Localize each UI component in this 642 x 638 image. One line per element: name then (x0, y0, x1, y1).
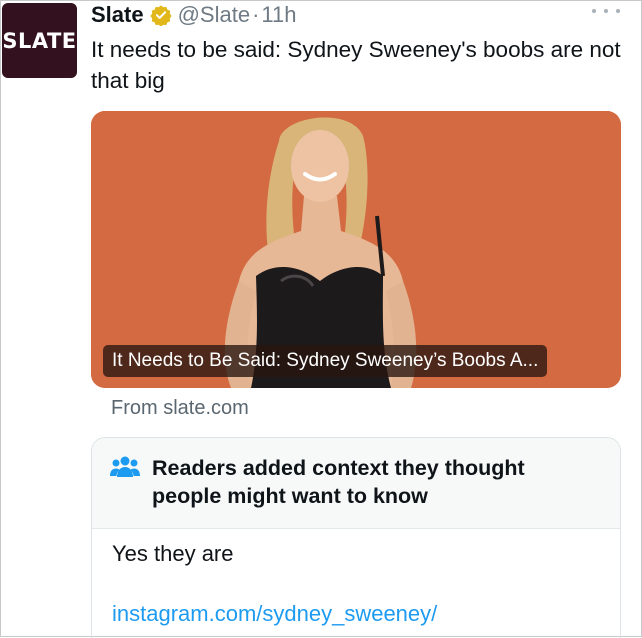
separator-dot: · (252, 2, 260, 27)
people-icon (110, 456, 140, 477)
tweet-timestamp[interactable]: 11h (261, 2, 296, 28)
link-preview-card[interactable]: It Needs to Be Said: Sydney Sweeney’s Bo… (91, 111, 621, 388)
community-note-header: Readers added context they thought peopl… (92, 438, 620, 529)
community-note-link[interactable]: instagram.com/sydney_sweeney/ (112, 601, 437, 627)
tweet-header: Slate @Slate · 11h (91, 2, 296, 28)
card-source[interactable]: From slate.com (111, 397, 249, 420)
card-title: It Needs to Be Said: Sydney Sweeney’s Bo… (103, 345, 548, 377)
tweet-text: It needs to be said: Sydney Sweeney's bo… (91, 37, 621, 93)
user-handle[interactable]: @Slate (178, 2, 250, 28)
community-note: Readers added context they thought peopl… (91, 437, 621, 638)
community-note-title: Readers added context they thought peopl… (152, 456, 525, 508)
community-note-body: Yes they are (112, 541, 234, 566)
display-name[interactable]: Slate (91, 2, 144, 28)
more-options-icon[interactable] (592, 4, 620, 18)
avatar-logo-text: SLATE (2, 28, 77, 53)
avatar[interactable]: SLATE (2, 3, 77, 78)
verified-badge-icon (149, 5, 172, 26)
